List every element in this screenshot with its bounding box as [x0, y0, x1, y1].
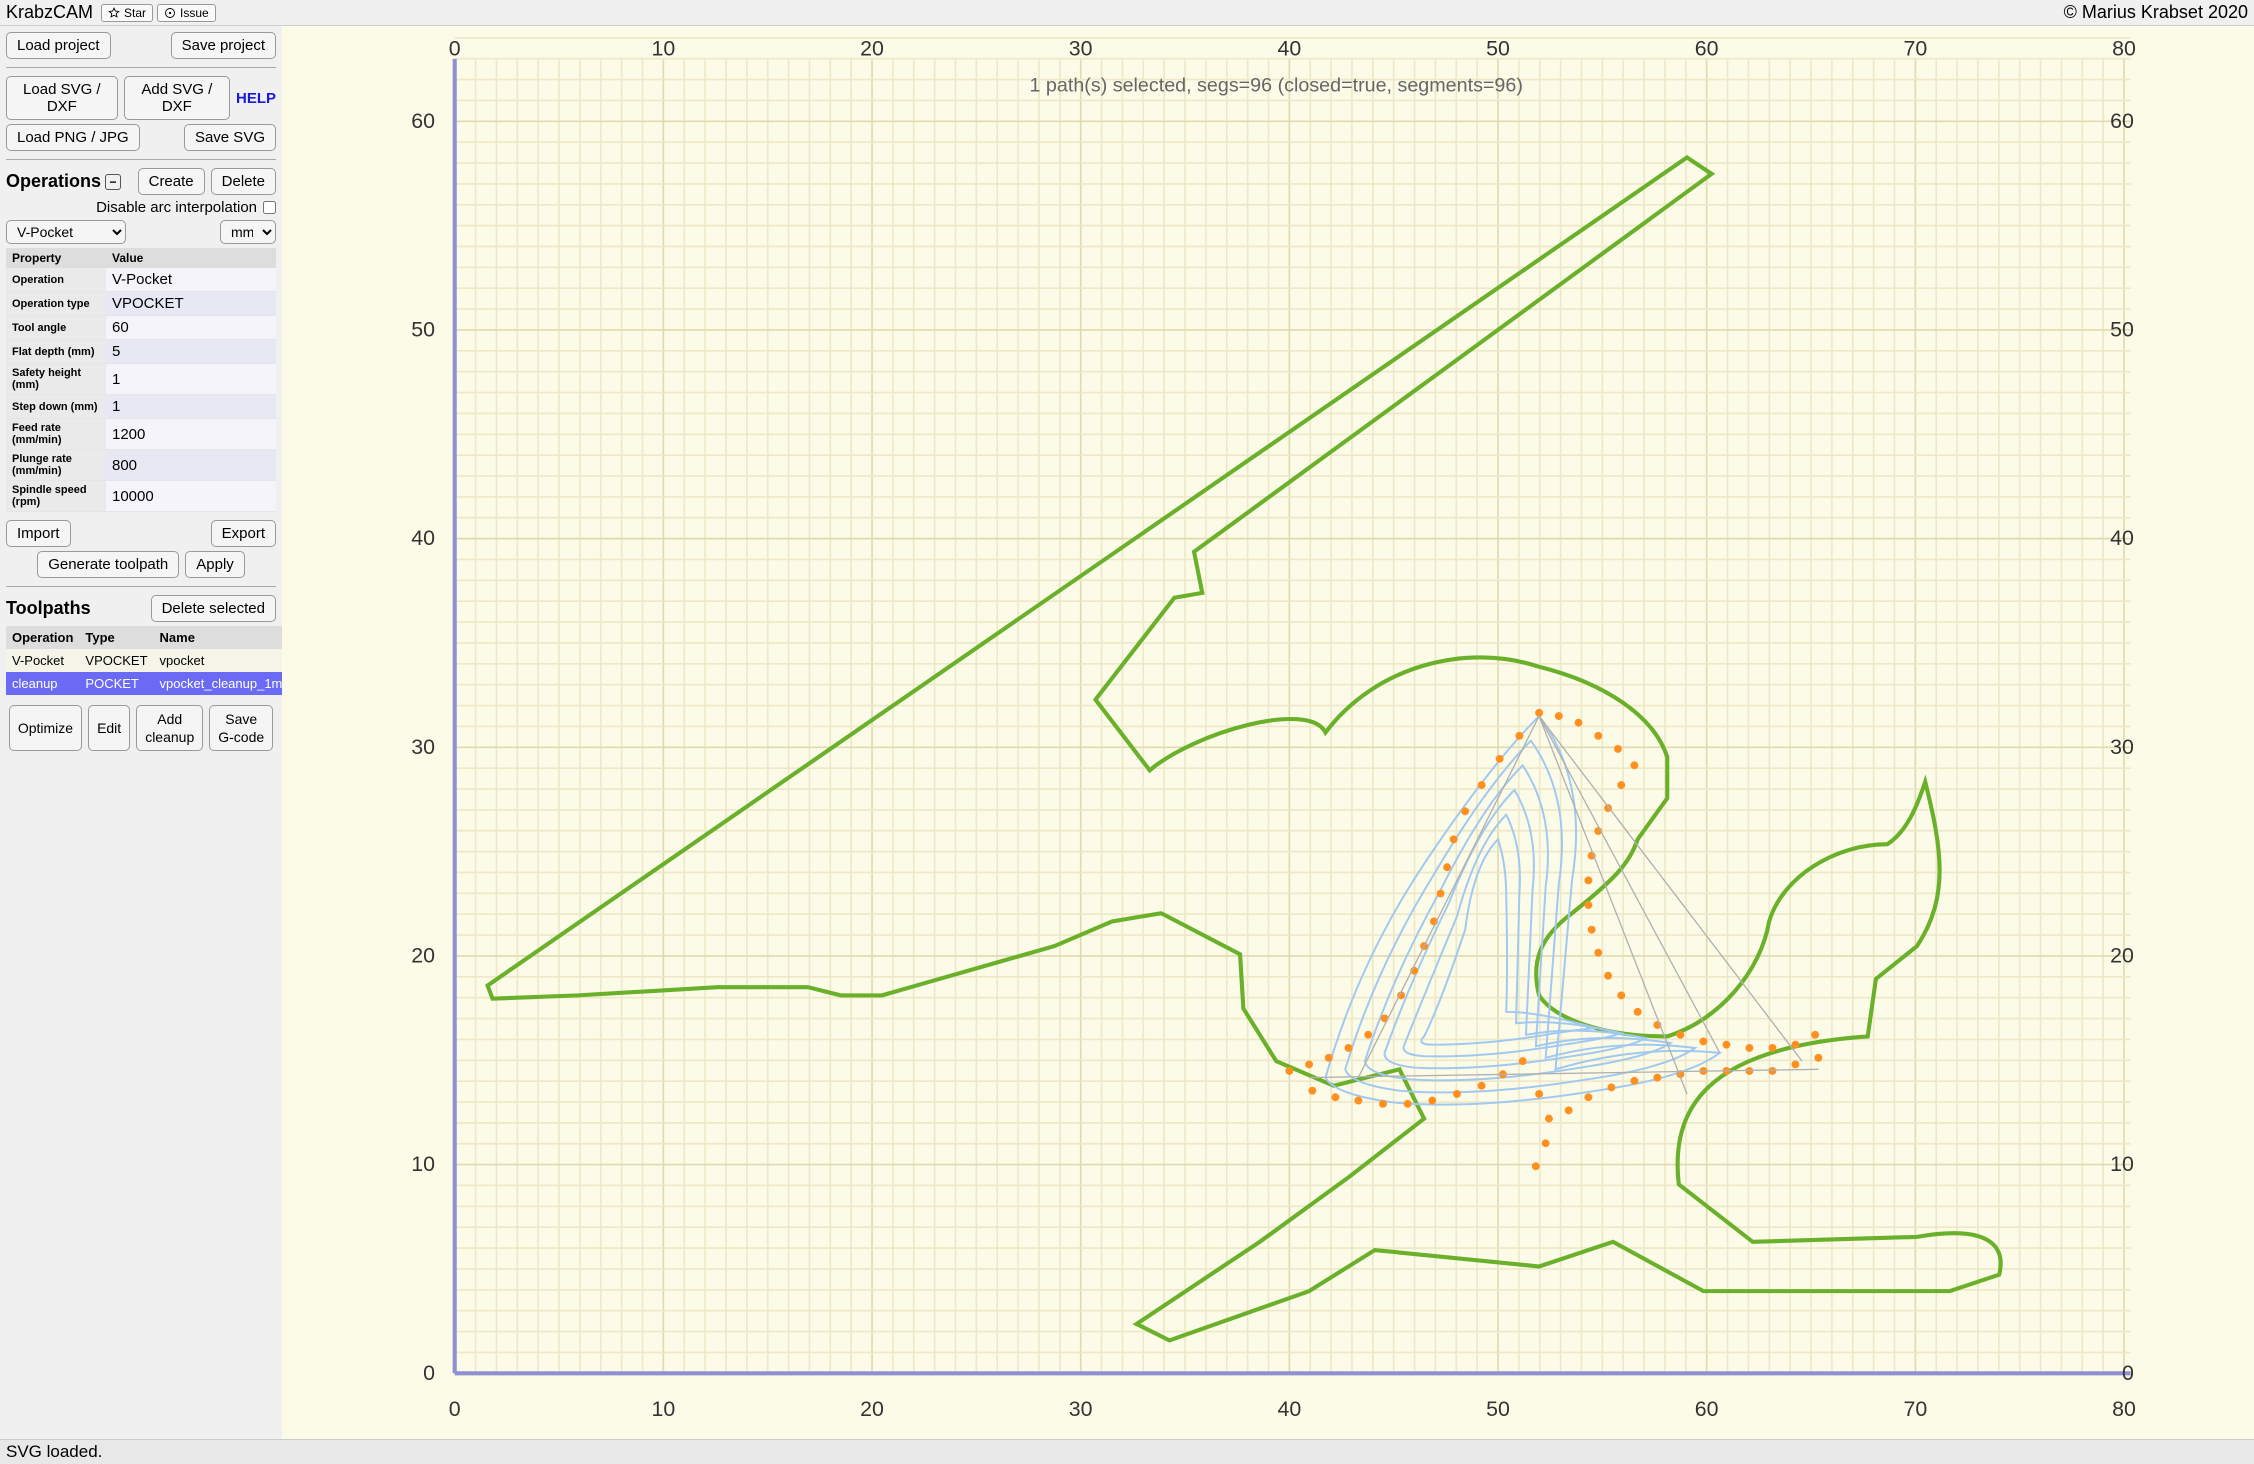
table-row[interactable]: V-PocketVPOCKETvpocket — [6, 649, 282, 672]
canvas[interactable]: 0010102020303040405050606070708080 00101… — [282, 26, 2254, 1439]
operations-title: Operations − — [6, 171, 121, 192]
disable-arc-label: Disable arc interpolation — [96, 199, 257, 216]
toolpaths-title: Toolpaths — [6, 598, 91, 619]
prop-safety-height[interactable]: 1 — [106, 364, 276, 395]
disable-arc-checkbox[interactable] — [263, 201, 276, 214]
svg-text:10: 10 — [411, 1152, 435, 1176]
svg-text:60: 60 — [1695, 1397, 1719, 1421]
save-gcode-button[interactable]: Save G-code — [209, 705, 273, 751]
properties-table: PropertyValue OperationV-Pocket Operatio… — [6, 248, 276, 512]
create-op-button[interactable]: Create — [138, 168, 205, 195]
prop-operation-type[interactable]: VPOCKET — [106, 292, 276, 316]
svg-text:0: 0 — [2122, 1361, 2134, 1385]
generate-toolpath-button[interactable]: Generate toolpath — [37, 551, 179, 578]
save-project-button[interactable]: Save project — [171, 32, 276, 59]
svg-text:20: 20 — [860, 37, 884, 61]
prop-plunge-rate[interactable]: 800 — [106, 450, 276, 481]
svg-text:70: 70 — [1903, 1397, 1927, 1421]
svg-text:20: 20 — [860, 1397, 884, 1421]
svg-text:40: 40 — [1277, 1397, 1301, 1421]
svg-text:30: 30 — [1069, 1397, 1093, 1421]
prop-tool-angle[interactable]: 60 — [106, 316, 276, 340]
add-svg-dxf-button[interactable]: Add SVG / DXF — [124, 76, 230, 120]
svg-text:70: 70 — [1903, 37, 1927, 61]
svg-text:0: 0 — [423, 1361, 435, 1385]
prop-operation[interactable]: V-Pocket — [106, 268, 276, 292]
svg-text:80: 80 — [2112, 37, 2136, 61]
status-text: SVG loaded. — [6, 1442, 102, 1461]
svg-text:0: 0 — [449, 1397, 461, 1421]
status-bar: SVG loaded. — [0, 1439, 2254, 1464]
svg-text:50: 50 — [411, 318, 435, 342]
app-name: KrabzCAM — [6, 2, 93, 23]
svg-text:60: 60 — [1695, 37, 1719, 61]
canvas-status: 1 path(s) selected, segs=96 (closed=true… — [1030, 75, 1523, 97]
delete-selected-button[interactable]: Delete selected — [151, 595, 276, 622]
unit-select[interactable]: mm — [220, 220, 276, 244]
svg-text:10: 10 — [2110, 1152, 2134, 1176]
svg-text:0: 0 — [449, 37, 461, 61]
svg-text:80: 80 — [2112, 1397, 2136, 1421]
svg-text:50: 50 — [1486, 37, 1510, 61]
canvas-area[interactable]: 0010102020303040405050606070708080 00101… — [282, 26, 2254, 1439]
optimize-button[interactable]: Optimize — [9, 705, 82, 751]
svg-text:60: 60 — [411, 109, 435, 133]
svg-text:30: 30 — [1069, 37, 1093, 61]
prop-flat-depth[interactable]: 5 — [106, 340, 276, 364]
prop-feed-rate[interactable]: 1200 — [106, 419, 276, 450]
svg-text:40: 40 — [411, 526, 435, 550]
github-issue-button[interactable]: Issue — [157, 4, 216, 22]
github-star-button[interactable]: Star — [101, 4, 153, 22]
svg-text:30: 30 — [411, 735, 435, 759]
table-row[interactable]: cleanupPOCKETvpocket_cleanup_1mm — [6, 672, 282, 695]
delete-op-button[interactable]: Delete — [211, 168, 276, 195]
top-bar: KrabzCAM Star Issue © Marius Krabset 202… — [0, 0, 2254, 26]
svg-text:50: 50 — [2110, 318, 2134, 342]
prop-spindle-speed[interactable]: 10000 — [106, 481, 276, 512]
svg-text:10: 10 — [651, 1397, 675, 1421]
export-button[interactable]: Export — [211, 520, 276, 547]
collapse-icon[interactable]: − — [105, 174, 121, 190]
operation-type-select[interactable]: V-Pocket — [6, 220, 126, 244]
svg-text:60: 60 — [2110, 109, 2134, 133]
svg-text:30: 30 — [2110, 735, 2134, 759]
issue-icon — [164, 7, 176, 19]
load-project-button[interactable]: Load project — [6, 32, 111, 59]
load-svg-dxf-button[interactable]: Load SVG / DXF — [6, 76, 118, 120]
load-png-jpg-button[interactable]: Load PNG / JPG — [6, 124, 140, 151]
star-icon — [108, 7, 120, 19]
apply-button[interactable]: Apply — [185, 551, 245, 578]
svg-text:50: 50 — [1486, 1397, 1510, 1421]
svg-text:20: 20 — [411, 944, 435, 968]
svg-text:20: 20 — [2110, 944, 2134, 968]
import-button[interactable]: Import — [6, 520, 71, 547]
svg-text:10: 10 — [651, 37, 675, 61]
svg-text:40: 40 — [1277, 37, 1301, 61]
sidebar: Load project Save project Load SVG / DXF… — [0, 26, 282, 1439]
add-cleanup-button[interactable]: Add cleanup — [136, 705, 203, 751]
save-svg-button[interactable]: Save SVG — [184, 124, 276, 151]
copyright: © Marius Krabset 2020 — [2064, 2, 2248, 23]
help-link[interactable]: HELP — [236, 90, 276, 107]
prop-step-down[interactable]: 1 — [106, 395, 276, 419]
svg-text:40: 40 — [2110, 526, 2134, 550]
edit-button[interactable]: Edit — [88, 705, 130, 751]
toolpaths-table: OperationTypeName V-PocketVPOCKETvpocket… — [6, 626, 282, 695]
